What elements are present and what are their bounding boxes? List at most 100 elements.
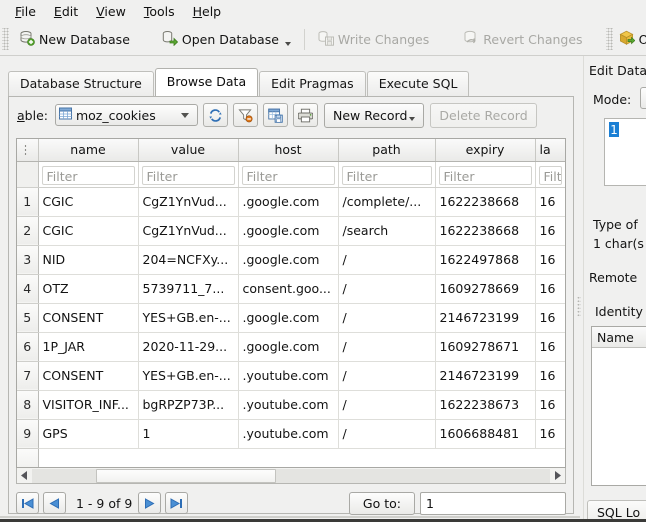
cell-expiry[interactable]: 1609278669 [435, 274, 535, 303]
cell-path[interactable]: / [338, 390, 435, 419]
mode-combobox[interactable] [640, 87, 646, 109]
table-row[interactable]: 9 GPS 1 .youtube.com / 1606688481 16 [17, 419, 565, 448]
scroll-right-arrow-icon[interactable] [550, 469, 565, 483]
last-record-button[interactable] [165, 492, 188, 514]
scrollbar-thumb[interactable] [96, 469, 276, 483]
cell-value[interactable]: 204=NCFXy... [138, 245, 238, 274]
cell-name[interactable]: OTZ [38, 274, 138, 303]
data-grid[interactable]: name value host path expiry la Filter Fi… [16, 138, 566, 468]
pane-splitter[interactable] [575, 96, 583, 514]
tab-execute-sql[interactable]: Execute SQL [367, 71, 470, 96]
revert-changes-button[interactable]: Revert Changes [456, 25, 589, 53]
column-header-name[interactable]: name [38, 139, 138, 161]
table-row[interactable]: 6 1P_JAR 2020-11-29... .google.com / 160… [17, 332, 565, 361]
toolbar-drag-handle[interactable] [2, 28, 9, 50]
cell-expiry[interactable]: 1622238668 [435, 187, 535, 216]
cell-lastaccessed[interactable]: 16 [535, 332, 565, 361]
row-number[interactable]: 5 [17, 303, 38, 332]
column-header-value[interactable]: value [138, 139, 238, 161]
toolbar-drag-handle-2[interactable] [606, 28, 613, 50]
table-selector-combobox[interactable]: moz_cookies [55, 104, 198, 126]
grid-corner-handle[interactable] [17, 139, 38, 161]
row-number[interactable]: 9 [17, 419, 38, 448]
cell-expiry[interactable]: 2146723199 [435, 303, 535, 332]
row-number[interactable]: 2 [17, 216, 38, 245]
table-row[interactable]: 1 CGIC CgZ1YnVud... .google.com /complet… [17, 187, 565, 216]
cell-lastaccessed[interactable]: 16 [535, 361, 565, 390]
cell-lastaccessed[interactable]: 16 [535, 390, 565, 419]
filter-cell-lastaccessed[interactable]: Filter [535, 161, 565, 187]
cell-value[interactable]: 5739711_7... [138, 274, 238, 303]
first-record-button[interactable] [16, 492, 39, 514]
cell-path[interactable]: / [338, 332, 435, 361]
menu-view[interactable]: View [87, 2, 135, 22]
row-number[interactable]: 8 [17, 390, 38, 419]
table-row[interactable]: 3 NID 204=NCFXy... .google.com / 1622497… [17, 245, 565, 274]
cell-value[interactable]: YES+GB.en-... [138, 303, 238, 332]
cell-value[interactable]: CgZ1YnVud... [138, 216, 238, 245]
open-database-dropdown-arrow[interactable] [285, 42, 291, 46]
cell-value[interactable]: bgRPZP73P... [138, 390, 238, 419]
filter-cell-host[interactable]: Filter [238, 161, 338, 187]
open-project-button[interactable]: O [616, 25, 646, 53]
go-to-input[interactable]: 1 [420, 492, 566, 515]
filter-cell-value[interactable]: Filter [138, 161, 238, 187]
cell-lastaccessed[interactable]: 16 [535, 419, 565, 448]
cell-host[interactable]: .google.com [238, 332, 338, 361]
go-to-button[interactable]: Go to: [349, 492, 415, 515]
cell-host[interactable]: .google.com [238, 187, 338, 216]
filter-cell-expiry[interactable]: Filter [435, 161, 535, 187]
identity-list[interactable]: Name [591, 326, 646, 486]
filter-input-value[interactable]: Filter [142, 166, 235, 185]
cell-expiry[interactable]: 1622497868 [435, 245, 535, 274]
table-row[interactable]: 7 CONSENT YES+GB.en-... .youtube.com / 2… [17, 361, 565, 390]
cell-path[interactable]: / [338, 419, 435, 448]
tab-database-structure[interactable]: Database Structure [8, 71, 154, 96]
row-number[interactable]: 1 [17, 187, 38, 216]
new-database-button[interactable]: New Database [12, 25, 137, 53]
cell-name[interactable]: CGIC [38, 216, 138, 245]
filter-input-lastaccessed[interactable]: Filter [539, 166, 562, 185]
cell-value[interactable]: CgZ1YnVud... [138, 187, 238, 216]
filter-cell-path[interactable]: Filter [338, 161, 435, 187]
cell-host[interactable]: .google.com [238, 216, 338, 245]
print-button[interactable] [293, 103, 318, 127]
cell-editor[interactable]: 1 [604, 118, 646, 186]
filter-input-expiry[interactable]: Filter [439, 166, 532, 185]
row-number[interactable]: 7 [17, 361, 38, 390]
refresh-button[interactable] [203, 103, 228, 127]
cell-host[interactable]: .google.com [238, 303, 338, 332]
cell-name[interactable]: CONSENT [38, 303, 138, 332]
cell-lastaccessed[interactable]: 16 [535, 187, 565, 216]
open-database-button[interactable]: Open Database [155, 25, 298, 53]
cell-expiry[interactable]: 1622238673 [435, 390, 535, 419]
column-header-host[interactable]: host [238, 139, 338, 161]
cell-value[interactable]: YES+GB.en-... [138, 361, 238, 390]
menu-file[interactable]: File [6, 2, 45, 22]
row-number[interactable]: 4 [17, 274, 38, 303]
cell-lastaccessed[interactable]: 16 [535, 216, 565, 245]
cell-lastaccessed[interactable]: 16 [535, 274, 565, 303]
previous-record-button[interactable] [43, 492, 66, 514]
filter-input-host[interactable]: Filter [242, 166, 335, 185]
menu-help[interactable]: Help [184, 2, 231, 22]
cell-name[interactable]: VISITOR_INF... [38, 390, 138, 419]
table-row[interactable]: 8 VISITOR_INF... bgRPZP73P... .youtube.c… [17, 390, 565, 419]
grid-horizontal-scrollbar[interactable] [16, 468, 566, 484]
cell-host[interactable]: .youtube.com [238, 390, 338, 419]
filter-input-path[interactable]: Filter [342, 166, 432, 185]
menu-tools[interactable]: Tools [135, 2, 184, 22]
cell-value[interactable]: 2020-11-29... [138, 332, 238, 361]
cell-host[interactable]: .youtube.com [238, 361, 338, 390]
tab-browse-data[interactable]: Browse Data [155, 68, 258, 96]
cell-expiry[interactable]: 2146723199 [435, 361, 535, 390]
cell-path[interactable]: /complete/... [338, 187, 435, 216]
delete-record-button[interactable]: Delete Record [430, 103, 536, 128]
scrollbar-track[interactable] [32, 469, 550, 483]
row-number[interactable]: 3 [17, 245, 38, 274]
menu-edit[interactable]: Edit [45, 2, 87, 22]
row-number[interactable]: 6 [17, 332, 38, 361]
cell-path[interactable]: / [338, 303, 435, 332]
cell-path[interactable]: /search [338, 216, 435, 245]
scroll-left-arrow-icon[interactable] [17, 469, 32, 483]
